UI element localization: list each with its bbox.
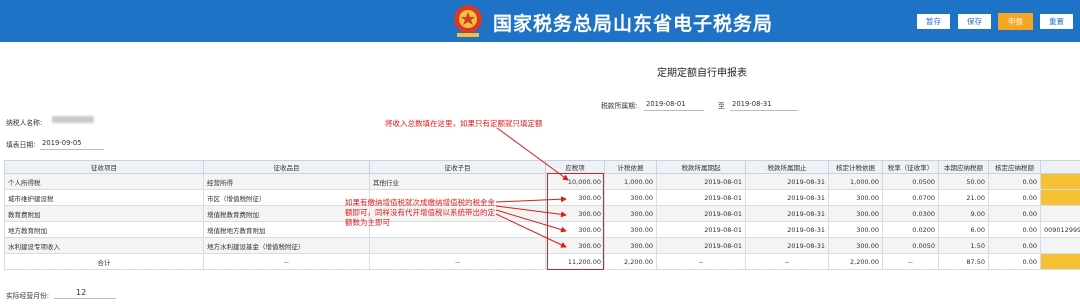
arrow-line <box>495 196 567 203</box>
arrow-line <box>496 127 569 181</box>
annotation-arrows <box>495 127 569 248</box>
months-field[interactable]: 12 <box>76 288 86 297</box>
months-underline <box>54 298 116 299</box>
months-label: 实际经营月份: <box>6 292 50 300</box>
arrow-line <box>495 213 567 248</box>
